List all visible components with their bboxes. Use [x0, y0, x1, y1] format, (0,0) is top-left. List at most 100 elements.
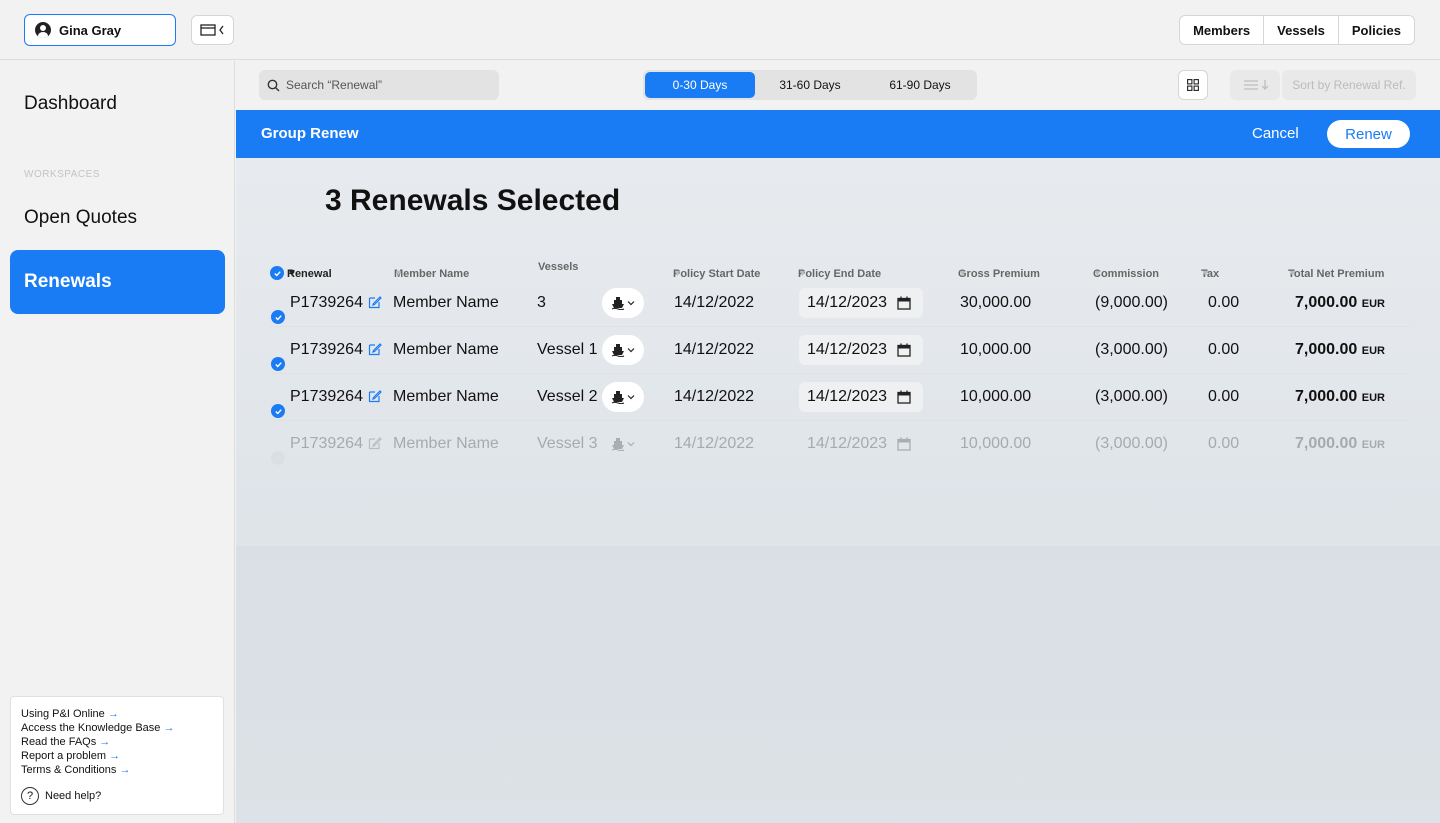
sort-icon: ▼ [798, 268, 807, 278]
vessel-dropdown-button[interactable] [602, 382, 644, 412]
renewal-ref[interactable]: P1739264 [290, 388, 363, 406]
ship-icon [611, 297, 625, 310]
help-link-terms[interactable]: Terms & Conditions → [21, 763, 213, 777]
toolbar: Search “Renewal” 0-30 Days 31-60 Days 61… [236, 61, 1440, 110]
tax: 0.00 [1208, 294, 1240, 311]
gross-premium: 10,000.00 [960, 388, 1032, 405]
question-icon: ? [21, 787, 39, 805]
renewal-ref[interactable]: P1739264 [290, 294, 363, 312]
sidebar-collapse-button[interactable] [191, 15, 234, 45]
sidebar-section-label: WORKSPACES [24, 169, 100, 180]
arrow-right-icon: → [119, 764, 131, 776]
check-icon [270, 266, 284, 280]
vessels-value: Vessel 1 [537, 341, 598, 358]
member-name: Member Name [393, 435, 499, 452]
user-avatar-icon [35, 22, 51, 38]
member-name: Member Name [393, 341, 499, 358]
gross-premium: 30,000.00 [960, 294, 1032, 311]
arrow-right-icon: → [99, 736, 111, 748]
table-row[interactable]: P1739264 Member Name Vessel 3 14/12/2022… [270, 421, 1410, 468]
calendar-icon [897, 343, 911, 357]
sort-icon: ▼ [1288, 268, 1297, 278]
sidebar-item-renewals[interactable]: Renewals [10, 250, 225, 314]
need-help-button[interactable]: ? Need help? [21, 787, 213, 805]
grid-icon [1187, 79, 1199, 91]
tab-vessels[interactable]: Vessels [1263, 16, 1338, 44]
group-renew-bar: Group Renew Cancel Renew [236, 110, 1440, 158]
tax: 0.00 [1208, 341, 1240, 358]
policy-end-date-field[interactable]: 14/12/2023 [799, 382, 923, 412]
main-content: Search “Renewal” 0-30 Days 31-60 Days 61… [236, 61, 1440, 823]
sidebar-item-open-quotes[interactable]: Open Quotes [24, 207, 137, 229]
arrow-right-icon: → [163, 722, 175, 734]
member-name: Member Name [393, 294, 499, 311]
total-net-premium: 7,000.00 EUR [1295, 435, 1385, 452]
table-row[interactable]: P1739264 Member Name Vessel 2 14/12/2022… [270, 374, 1410, 421]
range-31-60[interactable]: 31-60 Days [755, 72, 865, 98]
user-selector[interactable]: Gina Gray [24, 14, 176, 46]
commission: (3,000.00) [1095, 435, 1168, 452]
cancel-button[interactable]: Cancel [1252, 125, 1299, 142]
user-name: Gina Gray [59, 22, 122, 38]
list-sort-button[interactable] [1230, 70, 1280, 100]
help-panel: Using P&I Online → Access the Knowledge … [10, 696, 224, 815]
sort-icon: ▼ [394, 268, 403, 278]
help-link-using[interactable]: Using P&I Online → [21, 707, 213, 721]
column-vessels: Vessels [538, 261, 579, 273]
range-61-90[interactable]: 61-90 Days [865, 72, 975, 98]
page-title: 3 Renewals Selected [325, 184, 621, 217]
gross-premium: 10,000.00 [960, 435, 1032, 452]
check-icon [271, 404, 285, 418]
vessel-dropdown-button[interactable] [602, 335, 644, 365]
check-icon [271, 310, 285, 324]
renew-button[interactable]: Renew [1327, 120, 1410, 148]
tab-policies[interactable]: Policies [1337, 16, 1414, 44]
top-nav-tabs: Members Vessels Policies [1179, 15, 1415, 45]
range-0-30[interactable]: 0-30 Days [645, 72, 755, 98]
search-placeholder: Search “Renewal” [286, 78, 383, 92]
policy-end-date-field[interactable]: 14/12/2023 [799, 429, 923, 459]
sort-icon: ▼ [673, 268, 682, 278]
sidebar-item-dashboard[interactable]: Dashboard [24, 93, 117, 115]
grid-view-button[interactable] [1178, 70, 1208, 100]
table-row[interactable]: P1739264 Member Name Vessel 1 14/12/2022… [270, 327, 1410, 374]
commission: (3,000.00) [1095, 388, 1168, 405]
member-name: Member Name [393, 388, 499, 405]
total-net-premium: 7,000.00 EUR [1295, 294, 1385, 311]
edit-icon[interactable] [368, 436, 382, 455]
chevron-down-icon [627, 395, 635, 400]
help-link-faqs[interactable]: Read the FAQs → [21, 735, 213, 749]
edit-icon[interactable] [368, 295, 382, 314]
calendar-icon [897, 390, 911, 404]
list-sort-icon [1244, 80, 1269, 90]
ship-icon [611, 391, 625, 404]
sort-icon: ▼ [1093, 268, 1102, 278]
chevron-down-icon [627, 348, 635, 353]
policy-end-date-field[interactable]: 14/12/2023 [799, 335, 923, 365]
calendar-icon [897, 296, 911, 310]
vessels-value: 3 [537, 294, 546, 311]
policy-end-date: 14/12/2023 [807, 388, 888, 405]
vessels-value: Vessel 2 [537, 388, 598, 405]
need-help-label: Need help? [45, 790, 102, 802]
edit-icon[interactable] [368, 342, 382, 361]
tab-members[interactable]: Members [1180, 16, 1263, 44]
table-row[interactable]: P1739264 Member Name 3 14/12/2022 14/12/… [270, 280, 1410, 327]
vessel-dropdown-button[interactable] [602, 288, 644, 318]
vessel-dropdown-button[interactable] [602, 429, 644, 459]
chevron-down-icon [627, 442, 635, 447]
edit-icon[interactable] [368, 389, 382, 408]
help-link-knowledge-base[interactable]: Access the Knowledge Base → [21, 721, 213, 735]
chevron-down-icon [627, 301, 635, 306]
ship-icon [611, 438, 625, 451]
renewal-ref[interactable]: P1739264 [290, 435, 363, 453]
commission: (9,000.00) [1095, 294, 1168, 311]
tax: 0.00 [1208, 435, 1240, 452]
sort-dropdown[interactable]: Sort by Renewal Ref. [1282, 70, 1416, 100]
policy-end-date-field[interactable]: 14/12/2023 [799, 288, 923, 318]
sidebar-panel-icon [200, 24, 216, 36]
help-link-report[interactable]: Report a problem → [21, 749, 213, 763]
gross-premium: 10,000.00 [960, 341, 1032, 358]
renewal-ref[interactable]: P1739264 [290, 341, 363, 359]
search-input[interactable]: Search “Renewal” [259, 70, 499, 100]
